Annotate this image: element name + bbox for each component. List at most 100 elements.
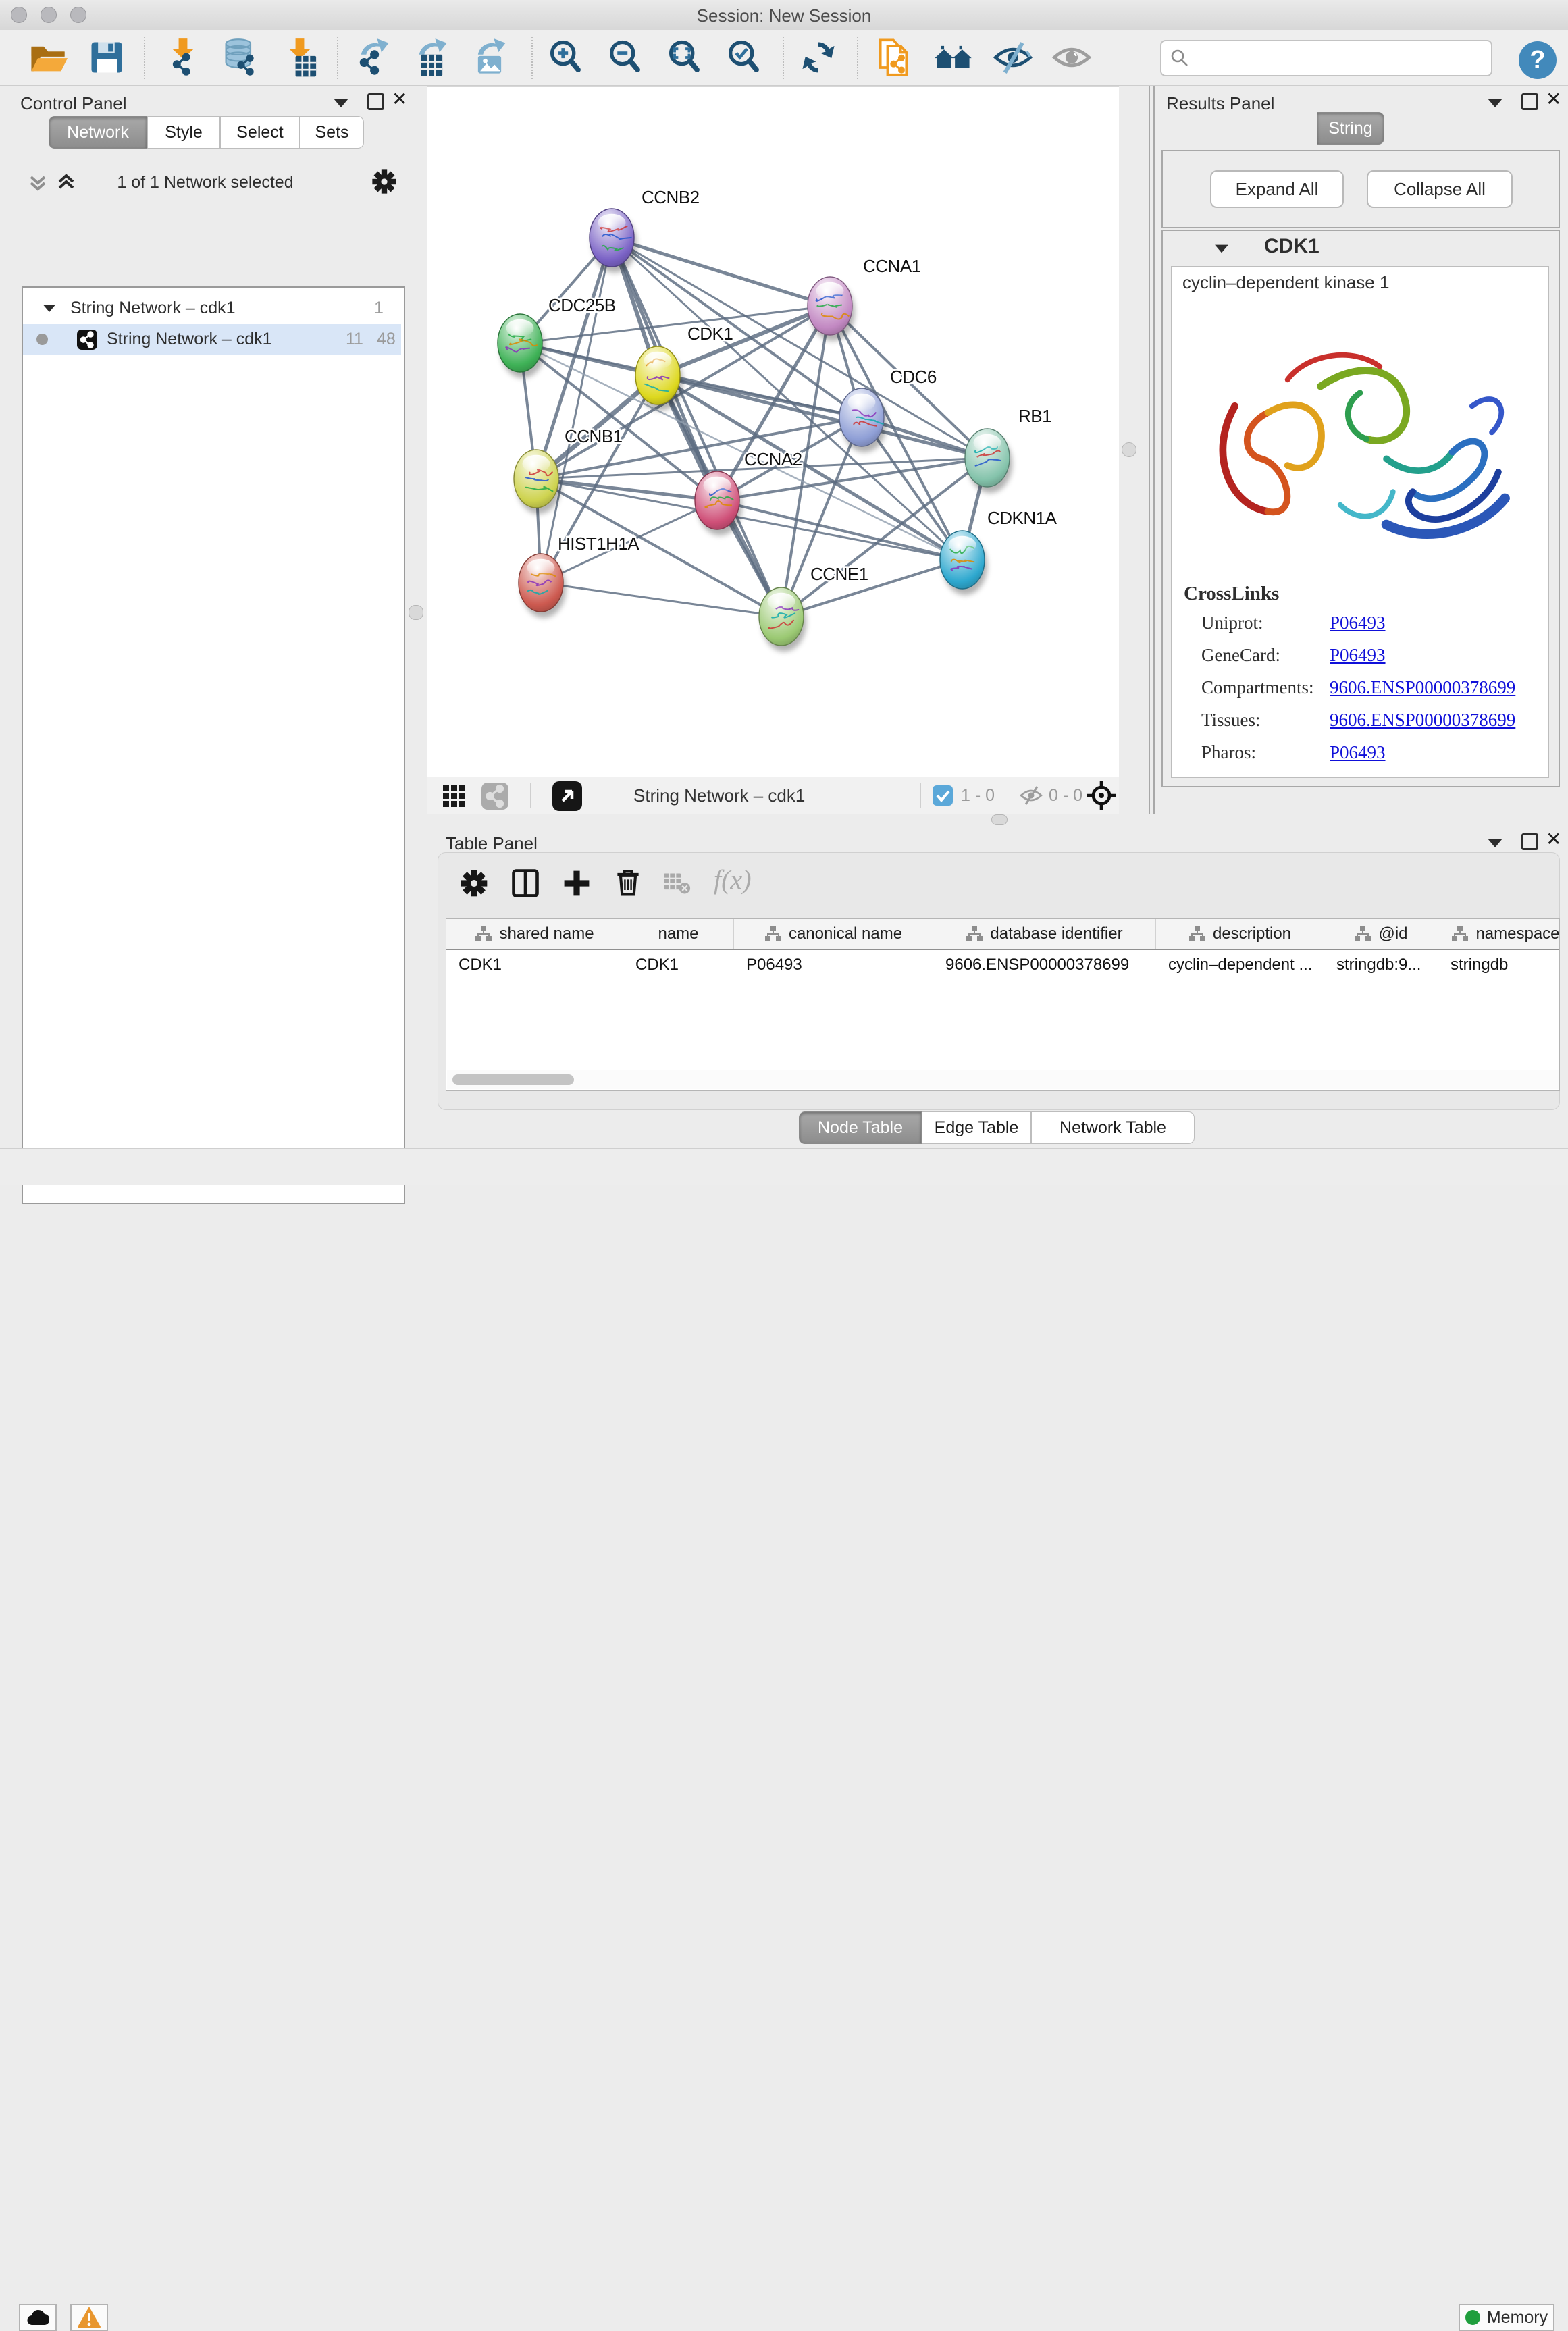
left-splitter[interactable] (405, 86, 427, 777)
import-network-icon[interactable] (163, 37, 203, 78)
network-share-icon[interactable] (481, 783, 508, 810)
export-image-icon[interactable] (469, 37, 510, 78)
select-columns-icon[interactable] (510, 868, 541, 899)
results-buttons-box: Expand All Collapse All (1161, 150, 1560, 228)
table-cell[interactable]: CDK1 (446, 950, 623, 980)
edge-CCNB2-CCNE1 (612, 238, 781, 617)
zoom-in-icon[interactable] (546, 37, 586, 78)
column-header-canonical-name[interactable]: canonical name (734, 919, 933, 949)
results-panel-collapse-icon[interactable] (1488, 99, 1502, 107)
column-header-database-identifier[interactable]: database identifier (933, 919, 1156, 949)
search-input[interactable] (1190, 48, 1476, 68)
hide-selected-icon[interactable] (993, 37, 1033, 78)
horizontal-splitter[interactable] (427, 814, 1568, 825)
cloud-icon (26, 2309, 49, 2326)
column-header--id[interactable]: @id (1324, 919, 1438, 949)
table-row[interactable]: CDK1CDK1P064939606.ENSP00000378699cyclin… (446, 950, 1559, 980)
zoom-out-icon[interactable] (605, 37, 646, 78)
tab-select[interactable]: Select (220, 116, 300, 149)
table-cell[interactable]: cyclin–dependent ... (1156, 950, 1324, 980)
import-database-icon[interactable] (220, 37, 261, 78)
table-cell[interactable]: 9606.ENSP00000378699 (933, 950, 1156, 980)
column-header-namespace[interactable]: namespace (1438, 919, 1560, 949)
cloud-button[interactable] (19, 2304, 57, 2331)
node-CCNA2 (695, 471, 742, 535)
collection-expand-icon[interactable] (43, 305, 56, 312)
control-panel-float-icon[interactable] (367, 93, 384, 110)
node-table[interactable]: shared namenamecanonical namedatabase id… (446, 918, 1560, 1091)
tab-string[interactable]: String (1317, 112, 1384, 145)
right-splitter-handle[interactable] (1122, 442, 1136, 457)
string-app-icon[interactable] (873, 37, 914, 78)
tab-node-table[interactable]: Node Table (799, 1111, 922, 1144)
warning-button[interactable] (70, 2304, 108, 2331)
table-panel-float-icon[interactable] (1521, 833, 1538, 850)
add-column-icon[interactable] (561, 868, 592, 899)
memory-button[interactable]: Memory (1459, 2304, 1554, 2331)
table-panel-collapse-icon[interactable] (1488, 839, 1502, 847)
table-cell[interactable]: P06493 (734, 950, 933, 980)
control-panel-tabs: NetworkStyleSelectSets (49, 116, 364, 149)
tab-network[interactable]: Network (49, 116, 147, 149)
zoom-fit-icon[interactable] (664, 37, 705, 78)
crosslink-link[interactable]: P06493 (1330, 742, 1386, 763)
collapse-all-button[interactable]: Collapse All (1367, 170, 1513, 208)
window-title: Session: New Session (0, 5, 1568, 26)
import-table-icon[interactable] (280, 37, 320, 78)
export-network-icon[interactable] (352, 37, 393, 78)
horizontal-splitter-handle[interactable] (991, 814, 1008, 825)
table-cell[interactable]: stringdb:9... (1324, 950, 1438, 980)
open-file-icon[interactable] (27, 37, 68, 78)
crosslink-link[interactable]: P06493 (1330, 645, 1386, 666)
selected-checkbox-icon[interactable] (933, 785, 953, 806)
node-label-CDC6: CDC6 (890, 367, 937, 387)
network-type-share-icon (77, 330, 97, 350)
network-collection-row[interactable]: String Network – cdk1 1 (23, 294, 401, 324)
refresh-layout-icon[interactable] (798, 37, 839, 78)
tab-style[interactable]: Style (147, 116, 220, 149)
help-button[interactable]: ? (1519, 41, 1557, 79)
collection-count: 1 (374, 298, 384, 318)
tab-sets[interactable]: Sets (300, 116, 364, 149)
column-header-name[interactable]: name (623, 919, 734, 949)
export-table-icon[interactable] (411, 37, 451, 78)
grid-view-icon[interactable] (442, 784, 467, 808)
tab-edge-table[interactable]: Edge Table (922, 1111, 1031, 1144)
column-header-description[interactable]: description (1156, 919, 1324, 949)
table-cell[interactable]: stringdb (1438, 950, 1560, 980)
delete-column-trash-icon[interactable] (612, 866, 644, 897)
network-row[interactable]: String Network – cdk1 11 48 (23, 324, 401, 355)
results-panel-float-icon[interactable] (1521, 93, 1538, 110)
show-all-icon[interactable] (1051, 37, 1092, 78)
node-label-CCNA2: CCNA2 (744, 449, 802, 469)
crosslink-link[interactable]: P06493 (1330, 612, 1386, 633)
crosslinks-list: Uniprot:P06493GeneCard:P06493Compartment… (1201, 612, 1539, 775)
hidden-eye-icon[interactable] (1019, 785, 1043, 806)
tab-network-table[interactable]: Network Table (1031, 1111, 1195, 1144)
control-panel-collapse-icon[interactable] (334, 99, 348, 107)
zoom-selected-icon[interactable] (724, 37, 764, 78)
table-cell[interactable]: CDK1 (623, 950, 734, 980)
selected-count: 1 - 0 (961, 786, 995, 806)
crosslink-link[interactable]: 9606.ENSP00000378699 (1330, 677, 1515, 698)
table-horizontal-scrollbar[interactable] (447, 1070, 1559, 1089)
fit-selected-crosshair-icon[interactable] (1086, 780, 1117, 811)
network-canvas[interactable]: CCNB2CCNA1CDC25BCDK1CDC6RB1CCNB1CCNA2CDK… (427, 86, 1119, 777)
results-panel-close-icon[interactable]: ✕ (1546, 92, 1561, 107)
search-box[interactable] (1160, 40, 1492, 76)
scrollbar-thumb[interactable] (452, 1074, 574, 1085)
column-header-shared-name[interactable]: shared name (446, 919, 623, 949)
table-settings-gear-icon[interactable] (459, 868, 490, 899)
birdseye-view-icon[interactable] (552, 781, 582, 811)
save-session-icon[interactable] (86, 37, 127, 78)
status-bar: Memory (0, 1148, 1568, 1185)
expand-all-button[interactable]: Expand All (1210, 170, 1344, 208)
table-panel-close-icon[interactable]: ✕ (1546, 832, 1561, 847)
gene-collapse-icon[interactable] (1215, 245, 1228, 253)
group-nodes-icon[interactable] (933, 37, 974, 78)
toolbar-separator (337, 37, 338, 79)
crosslink-link[interactable]: 9606.ENSP00000378699 (1330, 710, 1515, 731)
results-splitter[interactable] (1149, 86, 1155, 814)
network-options-gear-icon[interactable] (370, 167, 398, 196)
left-splitter-handle[interactable] (409, 605, 423, 620)
